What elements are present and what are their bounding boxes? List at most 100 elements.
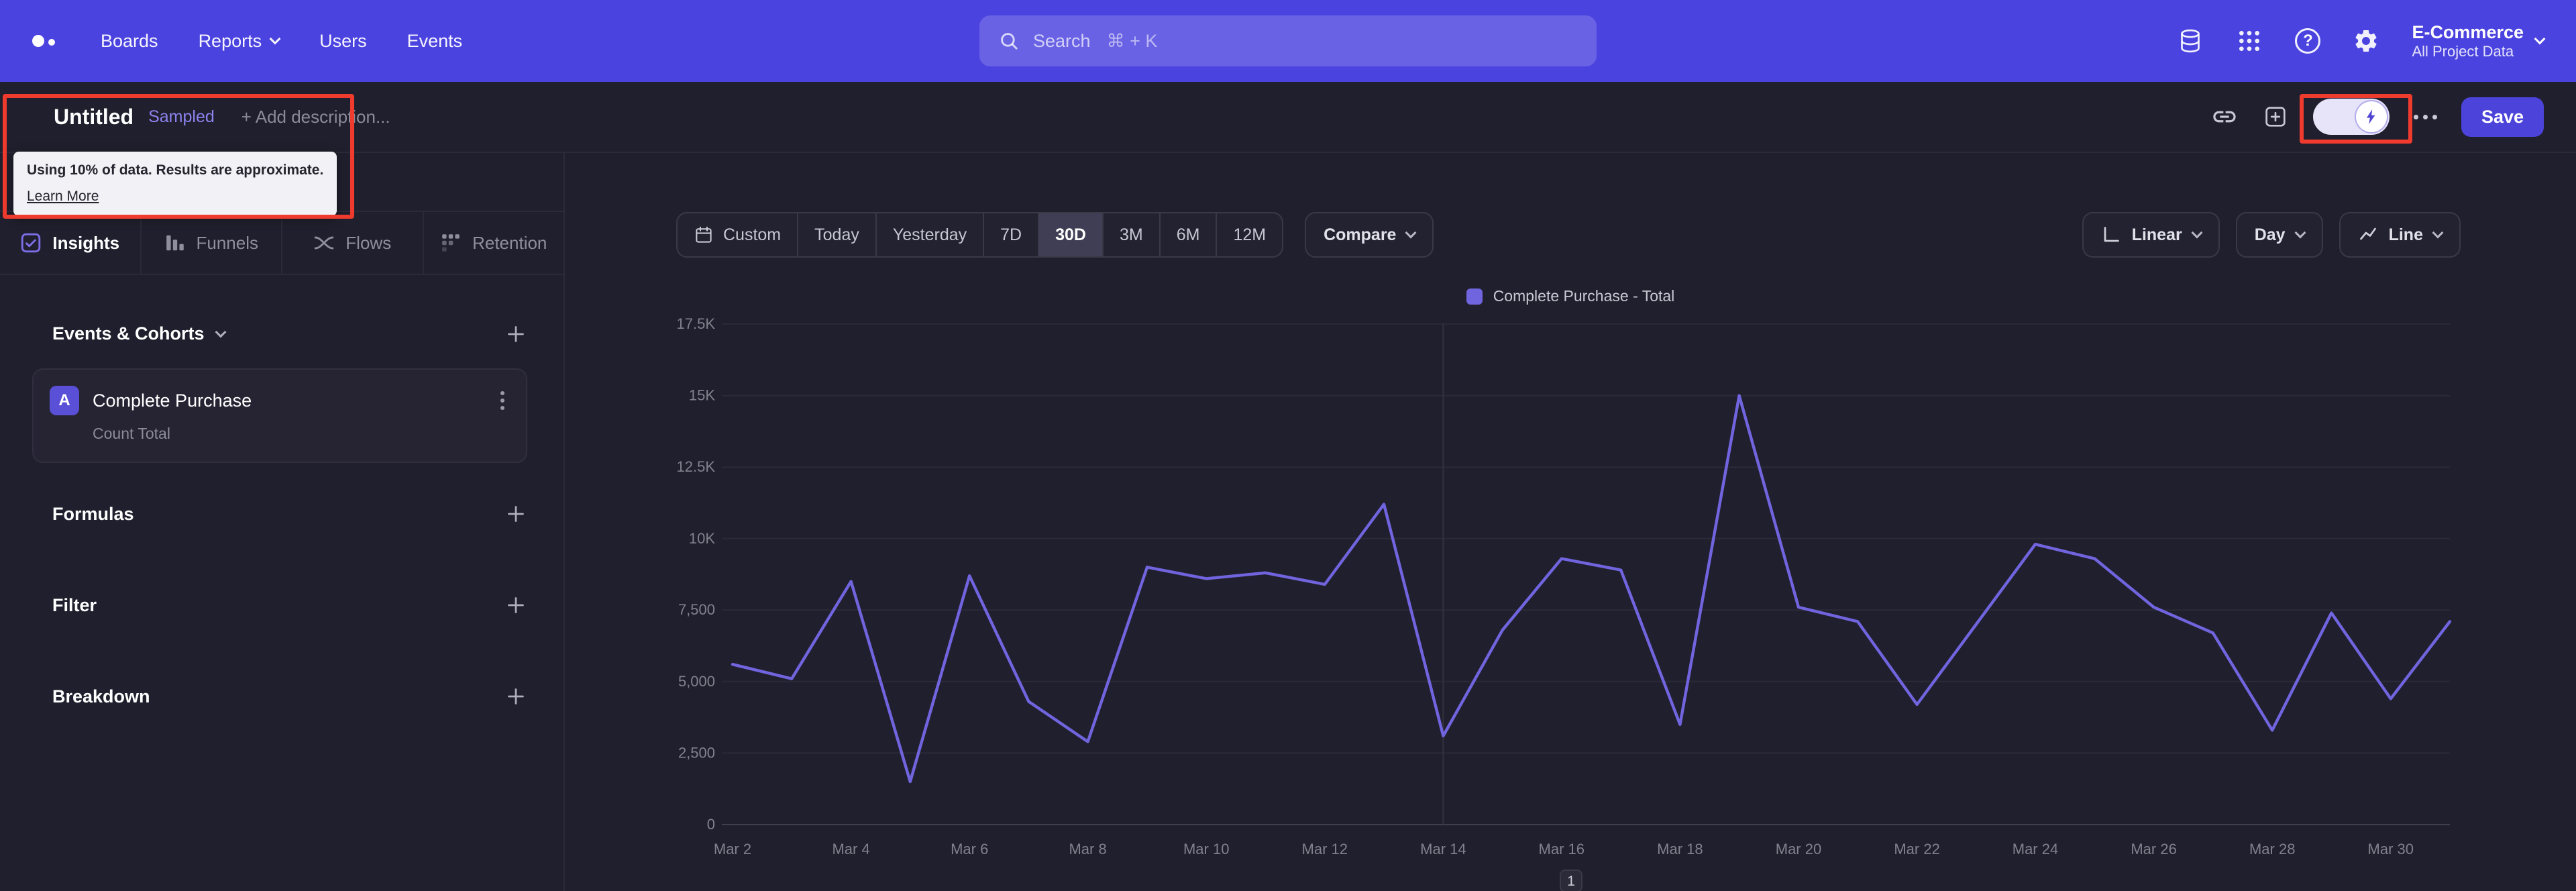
report-type-tabs: Insights Funnels Flows Retention bbox=[0, 211, 564, 275]
plus-icon bbox=[508, 597, 524, 613]
svg-text:12.5K: 12.5K bbox=[677, 458, 716, 475]
range-custom[interactable]: Custom bbox=[678, 213, 797, 256]
add-formula-button[interactable] bbox=[506, 504, 526, 524]
sampling-tooltip-text: Using 10% of data. Results are approxima… bbox=[27, 162, 324, 178]
learn-more-link[interactable]: Learn More bbox=[27, 189, 99, 204]
svg-text:10K: 10K bbox=[689, 530, 715, 547]
line-chart[interactable]: 0 2,500 5,000 7,500 10K 12.5K 15K 17.5K Mar 2 Mar… bbox=[585, 313, 2490, 866]
event-metric[interactable]: Count Total bbox=[93, 425, 510, 443]
plus-icon bbox=[508, 506, 524, 522]
add-event-button[interactable] bbox=[506, 324, 526, 344]
range-7d[interactable]: 7D bbox=[983, 213, 1038, 256]
chart-type-button[interactable]: Line bbox=[2339, 212, 2461, 258]
line-chart-icon bbox=[2359, 227, 2376, 240]
svg-text:Mar 16: Mar 16 bbox=[1539, 841, 1585, 857]
query-builder-sidebar: Insights Funnels Flows Retention Events … bbox=[0, 153, 565, 891]
svg-text:Mar 14: Mar 14 bbox=[1420, 841, 1466, 857]
project-labels: E-Commerce All Project Data bbox=[2412, 22, 2524, 60]
nav-reports[interactable]: Reports bbox=[199, 31, 281, 52]
filter-label: Filter bbox=[52, 594, 97, 615]
chart-panel: Custom Today Yesterday 7D 30D 3M 6M 12M … bbox=[565, 153, 2576, 891]
apps-grid-icon[interactable] bbox=[2236, 28, 2263, 54]
search-shortcut: ⌘ + K bbox=[1106, 30, 1158, 51]
insights-icon bbox=[21, 233, 41, 253]
svg-text:5,000: 5,000 bbox=[678, 673, 715, 690]
svg-text:Mar 8: Mar 8 bbox=[1069, 841, 1106, 857]
range-6m[interactable]: 6M bbox=[1159, 213, 1216, 256]
nav-right: ? E-Commerce All Project Data bbox=[2177, 22, 2546, 60]
range-12m[interactable]: 12M bbox=[1216, 213, 1282, 256]
logo-dot-small bbox=[48, 39, 55, 46]
data-management-icon[interactable] bbox=[2177, 28, 2204, 54]
mixpanel-logo-icon[interactable] bbox=[32, 35, 55, 47]
tab-insights-label: Insights bbox=[52, 232, 120, 253]
range-custom-label: Custom bbox=[723, 225, 782, 244]
nav-events[interactable]: Events bbox=[407, 31, 463, 52]
chart-type-label: Line bbox=[2388, 225, 2423, 244]
add-description[interactable]: + Add description... bbox=[241, 107, 390, 127]
filter-section: Filter bbox=[52, 594, 526, 616]
chevron-down-icon bbox=[2432, 227, 2444, 239]
chevron-down-icon bbox=[269, 33, 281, 45]
breakdown-section: Breakdown bbox=[52, 686, 526, 707]
sampled-badge[interactable]: Sampled bbox=[148, 107, 215, 127]
add-to-board-icon[interactable] bbox=[2262, 103, 2289, 130]
svg-text:Mar 24: Mar 24 bbox=[2012, 841, 2058, 857]
lightning-bolt-icon bbox=[2366, 109, 2375, 124]
tab-flows[interactable]: Flows bbox=[282, 212, 424, 274]
svg-text:Mar 4: Mar 4 bbox=[832, 841, 869, 857]
save-button[interactable]: Save bbox=[2461, 97, 2544, 137]
settings-gear-icon[interactable] bbox=[2353, 28, 2379, 54]
chart-legend[interactable]: Complete Purchase - Total bbox=[565, 287, 2576, 305]
search-placeholder: Search bbox=[1033, 30, 1091, 51]
tab-retention[interactable]: Retention bbox=[424, 212, 564, 274]
svg-text:Mar 18: Mar 18 bbox=[1657, 841, 1703, 857]
sampling-tooltip: Using 10% of data. Results are approxima… bbox=[13, 152, 337, 216]
project-selector[interactable]: E-Commerce All Project Data bbox=[2412, 22, 2546, 60]
svg-text:Mar 6: Mar 6 bbox=[951, 841, 988, 857]
svg-text:Mar 26: Mar 26 bbox=[2131, 841, 2176, 857]
chevron-down-icon bbox=[2534, 33, 2546, 45]
linear-axis-icon bbox=[2104, 227, 2119, 242]
add-filter-button[interactable] bbox=[506, 595, 526, 615]
logo-dot-large bbox=[32, 35, 44, 47]
project-name: E-Commerce bbox=[2412, 21, 2524, 42]
event-options-icon[interactable] bbox=[495, 388, 510, 413]
page-number-button[interactable]: 1 bbox=[1560, 870, 1582, 891]
events-cohorts-title[interactable]: Events & Cohorts bbox=[52, 323, 205, 344]
value-scale-button[interactable]: Linear bbox=[2082, 212, 2220, 258]
svg-text:Mar 10: Mar 10 bbox=[1183, 841, 1229, 857]
event-row-complete-purchase[interactable]: A Complete Purchase Count Total bbox=[32, 368, 527, 463]
add-breakdown-button[interactable] bbox=[506, 686, 526, 706]
granularity-button[interactable]: Day bbox=[2235, 212, 2323, 258]
nav-boards[interactable]: Boards bbox=[101, 31, 158, 52]
funnels-icon bbox=[166, 235, 184, 251]
formulas-label: Formulas bbox=[52, 503, 134, 524]
plus-icon bbox=[508, 325, 524, 342]
share-link-icon[interactable] bbox=[2211, 103, 2238, 130]
page-body: Insights Funnels Flows Retention Events … bbox=[0, 153, 2576, 891]
range-3m[interactable]: 3M bbox=[1102, 213, 1159, 256]
search-input[interactable]: Search ⌘ + K bbox=[979, 15, 1597, 66]
retention-icon bbox=[442, 234, 460, 252]
date-range-segmented-control: Custom Today Yesterday 7D 30D 3M 6M 12M bbox=[676, 212, 1284, 258]
tab-funnels[interactable]: Funnels bbox=[142, 212, 282, 274]
top-nav: Boards Reports Users Events Search ⌘ + K bbox=[0, 0, 2576, 82]
granularity-label: Day bbox=[2254, 225, 2286, 244]
range-yesterday[interactable]: Yesterday bbox=[875, 213, 983, 256]
chevron-down-icon bbox=[2294, 227, 2306, 239]
range-30d[interactable]: 30D bbox=[1038, 213, 1102, 256]
sampling-toggle[interactable] bbox=[2312, 99, 2390, 135]
nav-users[interactable]: Users bbox=[319, 31, 367, 52]
report-title[interactable]: Untitled bbox=[54, 105, 133, 129]
tab-insights[interactable]: Insights bbox=[0, 212, 142, 274]
help-icon[interactable]: ? bbox=[2295, 28, 2321, 54]
sampling-toggle-knob bbox=[2355, 101, 2387, 132]
nav-left: Boards Reports Users Events bbox=[32, 31, 462, 52]
more-options-icon[interactable] bbox=[2413, 109, 2437, 125]
range-today[interactable]: Today bbox=[797, 213, 875, 256]
plus-icon bbox=[508, 688, 524, 704]
mixpanel-insights-app: Boards Reports Users Events Search ⌘ + K bbox=[0, 0, 2576, 891]
compare-button[interactable]: Compare bbox=[1305, 212, 1434, 258]
svg-text:0: 0 bbox=[707, 816, 715, 833]
